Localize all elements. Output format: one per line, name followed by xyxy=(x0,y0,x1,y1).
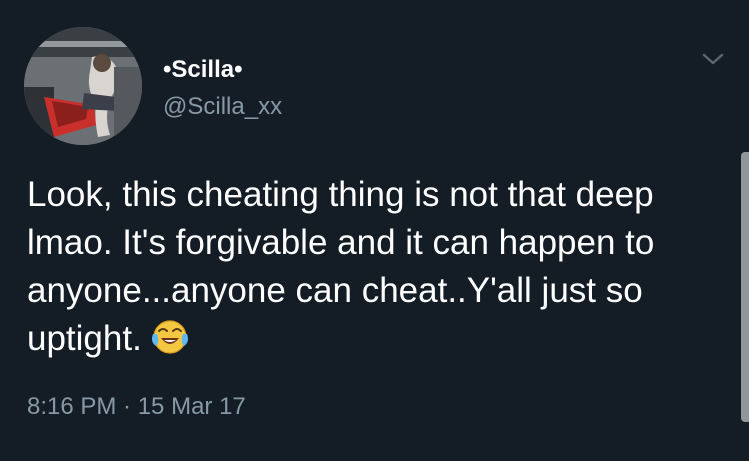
avatar[interactable] xyxy=(24,27,142,145)
tweet-text-content: Look, this cheating thing is not that de… xyxy=(27,175,655,358)
tweet-card: •Scilla• @Scilla_xx Look, this cheating … xyxy=(0,0,749,461)
user-handle[interactable]: @Scilla_xx xyxy=(163,93,282,121)
tweet-timestamp[interactable]: 8:16 PM · 15 Mar 17 xyxy=(27,393,246,421)
face-with-tears-of-joy-icon xyxy=(150,316,190,356)
tweet-text: Look, this cheating thing is not that de… xyxy=(27,171,727,363)
display-name[interactable]: •Scilla• xyxy=(163,56,243,84)
scrollbar[interactable] xyxy=(741,152,749,422)
chevron-down-icon[interactable] xyxy=(700,50,726,68)
